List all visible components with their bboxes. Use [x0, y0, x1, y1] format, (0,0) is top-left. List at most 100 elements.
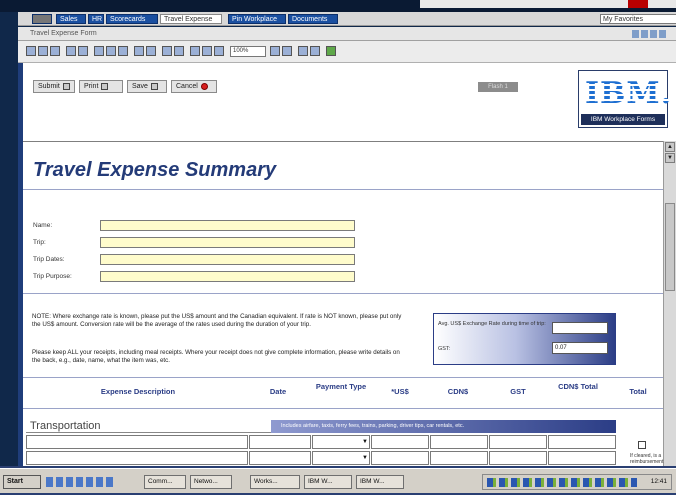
save-as-icon[interactable]: [50, 46, 60, 56]
row2-description[interactable]: [26, 451, 248, 465]
row1-cdn-total[interactable]: [548, 435, 616, 449]
taskbar-item-5[interactable]: IBM W...: [356, 475, 404, 489]
cut-icon[interactable]: [94, 46, 104, 56]
reimbursement-note: If cleared, is a reimbursement: [630, 453, 664, 465]
scroll-down-icon[interactable]: ▼: [665, 153, 675, 163]
open-icon[interactable]: [26, 46, 36, 56]
tab-documents[interactable]: Documents: [288, 14, 338, 24]
page-title: Travel Expense Summary: [33, 159, 277, 181]
row2-usd[interactable]: [371, 451, 429, 465]
copy-icon[interactable]: [106, 46, 116, 56]
taskbar: Start Comm... Netwo... Works... IBM W...…: [0, 466, 676, 495]
trip-field[interactable]: [100, 237, 355, 248]
taskbar-item-4[interactable]: IBM W...: [304, 475, 352, 489]
print-icon[interactable]: [66, 46, 76, 56]
status-button[interactable]: Flash 1: [478, 82, 518, 92]
vertical-scrollbar[interactable]: ▲ ▼: [663, 141, 676, 466]
row1-payment-type[interactable]: ▼: [312, 435, 370, 449]
next-page-icon[interactable]: [282, 46, 292, 56]
row1-gst[interactable]: [489, 435, 547, 449]
tab-home-icon[interactable]: [32, 14, 52, 24]
tray-icons[interactable]: [487, 478, 637, 487]
row2-cdn[interactable]: [430, 451, 488, 465]
chevron-down-icon[interactable]: ▼: [362, 439, 368, 445]
form-action-area: Submit Print Save Cancel Flash 1 IBM. IB…: [23, 63, 673, 141]
tab-travel-expense[interactable]: Travel Expense: [160, 14, 222, 24]
close-window-icon[interactable]: [628, 0, 648, 8]
taskbar-item-2[interactable]: Netwo...: [190, 475, 232, 489]
screen: Sales HR Scorecards Travel Expense Pin W…: [0, 0, 676, 495]
ibm-logo: IBM.: [585, 76, 673, 111]
row1-usd[interactable]: [371, 435, 429, 449]
taskbar-item-3[interactable]: Works...: [250, 475, 300, 489]
form-title-text: Travel Expense Form: [30, 30, 97, 37]
redo-icon[interactable]: [146, 46, 156, 56]
col-cdn-total: CDN$ Total: [558, 382, 598, 391]
quick-launch-icons[interactable]: [46, 477, 116, 487]
info-icon[interactable]: [310, 46, 320, 56]
header-divider: [23, 408, 663, 409]
exchange-rate-field[interactable]: [552, 322, 608, 334]
email-icon[interactable]: [78, 46, 88, 56]
row1-description[interactable]: [26, 435, 248, 449]
scroll-thumb[interactable]: [665, 203, 675, 291]
clock: 12:41: [650, 478, 667, 485]
find-icon[interactable]: [162, 46, 172, 56]
trip-purpose-field[interactable]: [100, 271, 355, 282]
tab-sales[interactable]: Sales: [56, 14, 86, 24]
chevron-down-icon[interactable]: ▼: [362, 455, 368, 461]
name-field[interactable]: [100, 220, 355, 231]
exchange-rate-panel: Avg. US$ Exchange Rate during time of tr…: [433, 313, 616, 365]
save-button[interactable]: Save: [127, 80, 167, 93]
row1-cdn[interactable]: [430, 435, 488, 449]
cancel-button[interactable]: Cancel: [171, 80, 217, 93]
tab-scorecards[interactable]: Scorecards: [106, 14, 158, 24]
disk-icon: [150, 82, 158, 90]
name-label: Name:: [33, 222, 53, 229]
col-total: Total: [629, 387, 647, 396]
paste-icon[interactable]: [118, 46, 128, 56]
reimbursement-checkbox[interactable]: [638, 441, 646, 449]
trip-dates-field[interactable]: [100, 254, 355, 265]
system-tray: 12:41: [482, 474, 672, 490]
zoom-select[interactable]: 100%: [230, 46, 266, 57]
row2-date[interactable]: [249, 451, 311, 465]
go-icon[interactable]: [326, 46, 336, 56]
scroll-up-icon[interactable]: ▲: [665, 142, 675, 152]
tab-pin-workplace[interactable]: Pin Workplace: [228, 14, 286, 24]
save-icon[interactable]: [38, 46, 48, 56]
row1-date[interactable]: [249, 435, 311, 449]
zoom-out-icon[interactable]: [190, 46, 200, 56]
portal-tab-bar: Sales HR Scorecards Travel Expense Pin W…: [18, 12, 676, 26]
submit-dropdown-icon: [62, 82, 70, 90]
zoom-in-icon[interactable]: [202, 46, 212, 56]
favorites-dropdown[interactable]: My Favorites: [600, 14, 676, 24]
form-title-bar: Travel Expense Form: [18, 27, 676, 41]
exchange-rate-label: Avg. US$ Exchange Rate during time of tr…: [438, 321, 546, 327]
print-button[interactable]: Print: [79, 80, 123, 93]
fit-icon[interactable]: [214, 46, 224, 56]
page-icon[interactable]: [174, 46, 184, 56]
printer-icon: [101, 82, 109, 90]
table-top-divider: [23, 377, 663, 378]
prev-page-icon[interactable]: [270, 46, 280, 56]
row2-cdn-total[interactable]: [548, 451, 616, 465]
start-button[interactable]: Start: [3, 475, 41, 489]
form-canvas: Submit Print Save Cancel Flash 1 IBM. IB…: [18, 63, 676, 466]
taskbar-item-1[interactable]: Comm...: [144, 475, 186, 489]
col-payment-type: Payment Type: [315, 382, 367, 391]
gst-field[interactable]: 0.07: [552, 342, 608, 354]
window-controls-icon[interactable]: [632, 30, 668, 38]
trip-dates-label: Trip Dates:: [33, 256, 65, 263]
top-window-strip: [0, 0, 676, 12]
undo-icon[interactable]: [134, 46, 144, 56]
taskbar-inner: Start Comm... Netwo... Works... IBM W...…: [0, 468, 676, 493]
help-icon[interactable]: [298, 46, 308, 56]
submit-button[interactable]: Submit: [33, 80, 75, 93]
cancel-icon: [200, 82, 208, 90]
tab-hr[interactable]: HR: [88, 14, 104, 24]
trip-label: Trip:: [33, 239, 46, 246]
row2-gst[interactable]: [489, 451, 547, 465]
row2-payment-type[interactable]: ▼: [312, 451, 370, 465]
section-hint: Includes airfare, taxis, ferry fees, tra…: [271, 420, 616, 433]
